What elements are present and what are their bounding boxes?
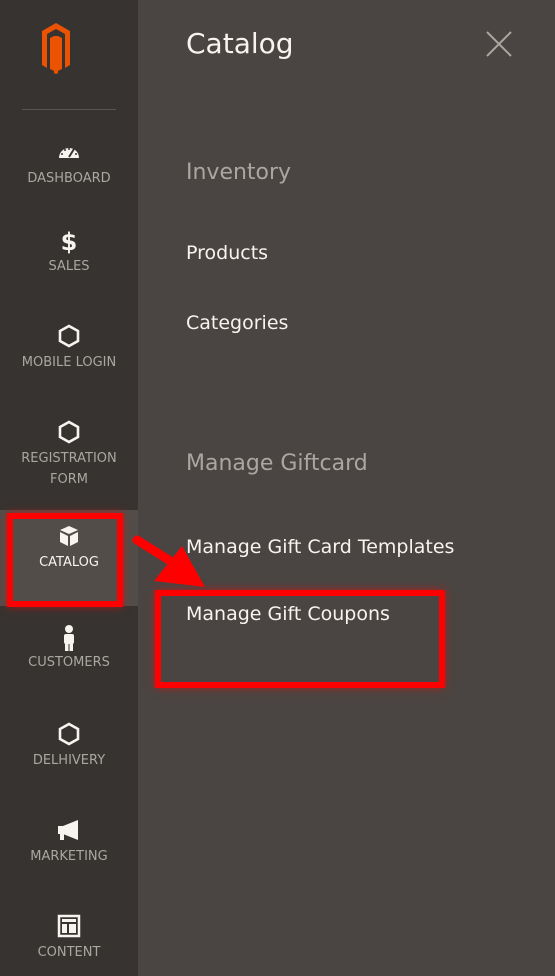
panel-title: Catalog xyxy=(186,27,294,60)
dollar-icon: $ xyxy=(60,228,78,256)
catalog-submenu-panel: Catalog Inventory Products Categories Ma… xyxy=(138,0,555,976)
sidebar-item-label: MARKETING xyxy=(30,849,108,864)
sidebar-item-mobile-login[interactable]: MOBILE LOGIN xyxy=(0,324,138,373)
sidebar-item-content[interactable]: CONTENT xyxy=(0,914,138,963)
admin-sidebar: DASHBOARD $ SALES MOBILE LOGIN REGISTRAT… xyxy=(0,0,138,976)
sidebar-item-label: MOBILE LOGIN xyxy=(21,355,117,370)
section-title-manage-giftcard: Manage Giftcard xyxy=(186,451,368,476)
sidebar-item-label: DELHIVERY xyxy=(32,753,106,768)
megaphone-icon xyxy=(55,818,83,846)
person-icon xyxy=(55,624,83,652)
menu-link-manage-gift-card-templates[interactable]: Manage Gift Card Templates xyxy=(186,536,454,558)
sidebar-item-label: CONTENT xyxy=(37,945,101,960)
sidebar-item-dashboard[interactable]: DASHBOARD xyxy=(0,140,138,189)
dashboard-gauge-icon xyxy=(55,140,83,168)
logo-divider xyxy=(22,109,116,110)
section-title-inventory: Inventory xyxy=(186,160,292,185)
sidebar-item-label: CATALOG xyxy=(39,555,99,570)
hexagon-icon xyxy=(55,722,83,750)
hexagon-icon xyxy=(55,324,83,352)
sidebar-item-label: SALES xyxy=(48,259,90,274)
sidebar-item-registration-form[interactable]: REGISTRATION FORM xyxy=(0,420,138,490)
sidebar-item-label: REGISTRATION xyxy=(21,451,117,466)
menu-link-products[interactable]: Products xyxy=(186,242,268,264)
menu-link-categories[interactable]: Categories xyxy=(186,312,288,334)
box-icon xyxy=(55,524,83,552)
sidebar-item-delhivery[interactable]: DELHIVERY xyxy=(0,722,138,771)
sidebar-item-marketing[interactable]: MARKETING xyxy=(0,818,138,867)
hexagon-icon xyxy=(55,420,83,448)
menu-link-manage-gift-coupons[interactable]: Manage Gift Coupons xyxy=(186,603,390,625)
sidebar-item-sales[interactable]: $ SALES xyxy=(0,228,138,277)
sidebar-item-label: DASHBOARD xyxy=(27,171,111,186)
sidebar-item-customers[interactable]: CUSTOMERS xyxy=(0,624,138,673)
magento-logo-icon[interactable] xyxy=(40,21,72,75)
sidebar-item-label: FORM xyxy=(50,472,88,487)
close-icon[interactable] xyxy=(483,28,515,60)
layout-icon xyxy=(55,914,83,942)
sidebar-item-catalog[interactable]: CATALOG xyxy=(0,510,138,606)
sidebar-item-label: CUSTOMERS xyxy=(28,655,110,670)
